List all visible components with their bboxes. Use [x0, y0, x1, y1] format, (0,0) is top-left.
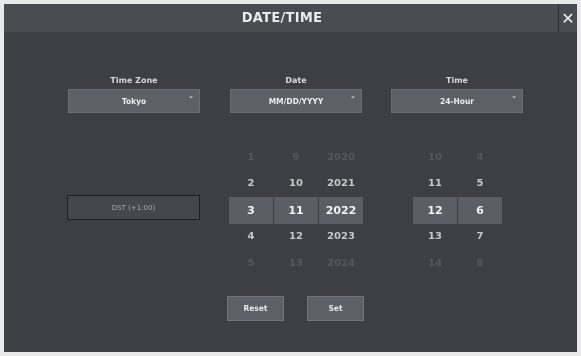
- year-cell[interactable]: 2023: [319, 224, 363, 251]
- minute-cell[interactable]: 7: [458, 224, 502, 251]
- hour-cell-selected[interactable]: 12: [413, 197, 457, 224]
- timezone-value: Tokyo: [121, 96, 147, 106]
- year-column[interactable]: 2020 2021 2022 2023 2024: [319, 144, 363, 277]
- time-label: Time: [446, 76, 468, 85]
- reset-button[interactable]: Reset: [227, 296, 284, 321]
- title-bar: DATE/TIME: [4, 4, 560, 32]
- minute-cell[interactable]: 5: [458, 171, 502, 198]
- date-label: Date: [285, 76, 307, 85]
- minute-cell-selected[interactable]: 6: [458, 197, 502, 224]
- reset-label: Reset: [243, 304, 268, 313]
- close-button[interactable]: ✕: [558, 4, 577, 32]
- hour-cell[interactable]: 10: [413, 144, 457, 171]
- dst-label: DST (+1:00): [111, 203, 156, 212]
- year-cell-selected[interactable]: 2022: [319, 197, 363, 224]
- chevron-down-icon: ⌄: [350, 92, 356, 100]
- set-button[interactable]: Set: [307, 296, 364, 321]
- hour-cell[interactable]: 14: [413, 250, 457, 277]
- day-cell[interactable]: 9: [274, 144, 318, 171]
- day-cell-selected[interactable]: 11: [274, 197, 318, 224]
- minute-column[interactable]: 4 5 6 7 8: [458, 144, 502, 277]
- minute-cell[interactable]: 8: [458, 250, 502, 277]
- dialog-title: DATE/TIME: [241, 10, 323, 26]
- set-label: Set: [328, 304, 343, 313]
- date-format-value: MM/DD/YYYY: [268, 96, 324, 106]
- date-format-dropdown[interactable]: MM/DD/YYYY ⌄: [230, 89, 362, 113]
- month-cell[interactable]: 5: [229, 250, 273, 277]
- minute-cell[interactable]: 4: [458, 144, 502, 171]
- month-cell[interactable]: 4: [229, 224, 273, 251]
- close-icon: ✕: [561, 8, 575, 28]
- timezone-dropdown[interactable]: Tokyo ⌄: [68, 89, 200, 113]
- month-cell-selected[interactable]: 3: [229, 197, 273, 224]
- year-cell[interactable]: 2021: [319, 171, 363, 198]
- hour-column[interactable]: 10 11 12 13 14: [413, 144, 457, 277]
- day-cell[interactable]: 12: [274, 224, 318, 251]
- dst-button[interactable]: DST (+1:00): [67, 195, 200, 220]
- chevron-down-icon: ⌄: [511, 92, 517, 100]
- date-time-dialog: DATE/TIME ✕ Time Zone Tokyo ⌄ Date MM/DD…: [4, 4, 577, 352]
- day-cell[interactable]: 13: [274, 250, 318, 277]
- month-cell[interactable]: 2: [229, 171, 273, 198]
- day-column[interactable]: 9 10 11 12 13: [274, 144, 318, 277]
- hour-cell[interactable]: 11: [413, 171, 457, 198]
- timezone-label: Time Zone: [110, 76, 158, 85]
- year-cell[interactable]: 2020: [319, 144, 363, 171]
- chevron-down-icon: ⌄: [188, 92, 194, 100]
- month-cell[interactable]: 1: [229, 144, 273, 171]
- month-column[interactable]: 1 2 3 4 5: [229, 144, 273, 277]
- time-format-value: 24-Hour: [439, 96, 475, 106]
- time-format-dropdown[interactable]: 24-Hour ⌄: [391, 89, 523, 113]
- year-cell[interactable]: 2024: [319, 250, 363, 277]
- hour-cell[interactable]: 13: [413, 224, 457, 251]
- day-cell[interactable]: 10: [274, 171, 318, 198]
